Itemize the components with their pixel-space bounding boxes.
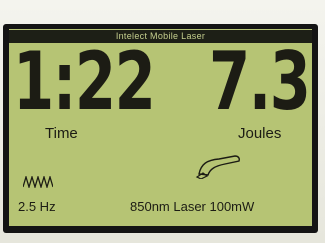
time-readout: 1:22 (13, 35, 156, 128)
laser-info: 850nm Laser 100mW (130, 199, 255, 214)
laser-probe-icon (195, 155, 240, 179)
time-label: Time (45, 125, 78, 142)
lcd-screen: Intelect Mobile Laser 1:22 Time 7.3 Joul… (9, 29, 312, 226)
frequency-value: 2.5 Hz (18, 199, 56, 214)
joules-readout: 7.3 (209, 35, 311, 128)
joules-label: Joules (238, 125, 282, 142)
waveform-icon (23, 176, 53, 188)
